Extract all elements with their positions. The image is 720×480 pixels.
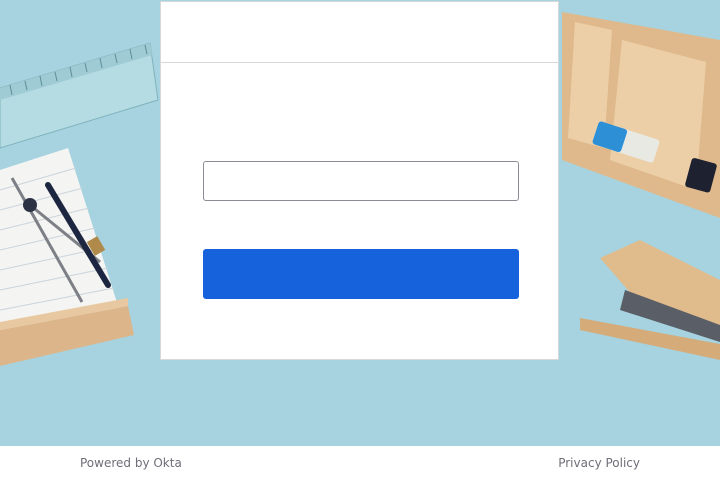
privacy-policy-link[interactable]: Privacy Policy bbox=[558, 456, 640, 470]
stapler-illustration bbox=[580, 240, 720, 360]
footer: Powered by Okta Privacy Policy bbox=[0, 446, 720, 480]
wood-tray-right bbox=[562, 12, 720, 218]
ruler-illustration bbox=[0, 42, 159, 149]
powered-by-okta-link[interactable]: Powered by Okta bbox=[80, 456, 182, 470]
login-card bbox=[160, 1, 559, 360]
submit-button[interactable] bbox=[203, 249, 519, 299]
card-header bbox=[161, 2, 558, 63]
username-input[interactable] bbox=[203, 161, 519, 201]
